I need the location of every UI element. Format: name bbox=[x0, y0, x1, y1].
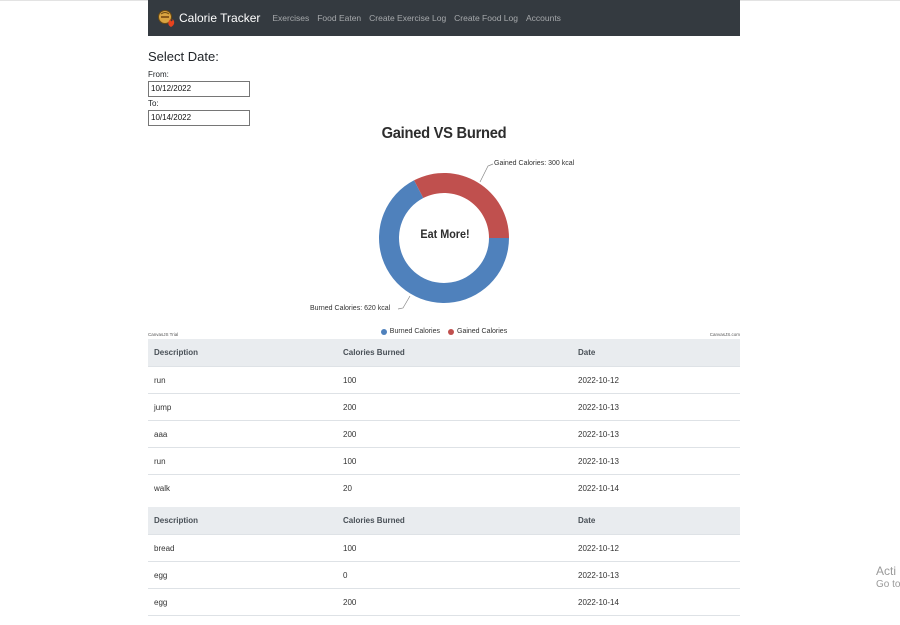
exercise-table: Description Calories Burned Date run 100… bbox=[148, 339, 740, 501]
legend-label-gained: Gained Calories bbox=[457, 328, 508, 335]
calorie-logo-icon bbox=[158, 10, 175, 27]
burned-slice-label: Burned Calories: 620 kcal bbox=[310, 305, 391, 312]
table-row: egg 0 2022-10-13 bbox=[148, 561, 740, 589]
table-row: run 100 2022-10-12 bbox=[148, 366, 740, 394]
nav-link-create-food-log[interactable]: Create Food Log bbox=[454, 13, 518, 23]
watermark-line-1: Acti bbox=[876, 564, 897, 578]
chart-title: Gained VS Burned bbox=[381, 125, 507, 142]
nav-link-accounts[interactable]: Accounts bbox=[526, 13, 561, 23]
legend-dot-gained bbox=[448, 328, 454, 335]
column-header-calories: Calories Burned bbox=[337, 339, 572, 367]
cell-date: 2022-10-14 bbox=[572, 588, 740, 616]
watermark-line-2: Go to bbox=[876, 579, 900, 590]
legend-dot-burned bbox=[380, 328, 387, 335]
table-row: aaa 200 2022-10-13 bbox=[148, 420, 740, 448]
food-table: Description Calories Burned Date bread 1… bbox=[148, 507, 740, 616]
cell-calories: 200 bbox=[337, 393, 572, 421]
table-row: jump 200 2022-10-13 bbox=[148, 393, 740, 421]
chart-center-text: Eat More! bbox=[420, 227, 470, 241]
cell-calories: 200 bbox=[337, 420, 572, 448]
column-header-date: Date bbox=[572, 339, 740, 367]
cell-description: egg bbox=[148, 561, 337, 589]
food-table-header-row: Description Calories Burned Date bbox=[148, 507, 740, 535]
cell-description: aaa bbox=[148, 420, 337, 448]
cell-calories: 0 bbox=[337, 561, 572, 589]
cell-date: 2022-10-13 bbox=[572, 447, 740, 475]
to-label: To: bbox=[148, 99, 159, 108]
cell-date: 2022-10-12 bbox=[572, 534, 740, 562]
select-date-heading: Select Date: bbox=[148, 49, 219, 64]
column-header-calories: Calories Burned bbox=[337, 507, 572, 535]
cell-date: 2022-10-13 bbox=[572, 420, 740, 448]
nav-link-create-exercise-log[interactable]: Create Exercise Log bbox=[369, 13, 446, 23]
burned-leader-line bbox=[397, 295, 411, 310]
chart-legend: Burned Calories Gained Calories bbox=[148, 328, 740, 335]
cell-date: 2022-10-12 bbox=[572, 366, 740, 394]
column-header-description: Description bbox=[148, 507, 337, 535]
brand-title: Calorie Tracker bbox=[179, 11, 261, 25]
cell-date: 2022-10-14 bbox=[578, 483, 619, 493]
table-row: egg 200 2022-10-14 bbox=[148, 588, 740, 616]
cell-calories: 100 bbox=[337, 447, 572, 475]
cell-description: jump bbox=[148, 393, 337, 421]
main-container: Calorie Tracker Exercises Food Eaten Cre… bbox=[148, 0, 740, 616]
table-row: walk 20 2022-10-14 bbox=[148, 475, 740, 502]
legend-label-burned: Burned Calories bbox=[389, 328, 440, 335]
table-row: bread 100 2022-10-12 bbox=[148, 534, 740, 562]
cell-description: walk bbox=[154, 483, 171, 493]
exercise-table-header-row: Description Calories Burned Date bbox=[148, 339, 740, 367]
cell-description: bread bbox=[148, 534, 337, 562]
nav-link-exercises[interactable]: Exercises bbox=[272, 13, 309, 23]
cell-calories: 20 bbox=[343, 483, 352, 493]
cell-description: run bbox=[148, 366, 337, 394]
cell-calories: 200 bbox=[337, 588, 572, 616]
cell-calories: 100 bbox=[337, 534, 572, 562]
column-header-description: Description bbox=[148, 339, 337, 367]
cell-description: egg bbox=[148, 588, 337, 616]
table-row: run 100 2022-10-13 bbox=[148, 447, 740, 475]
gained-leader-line bbox=[479, 163, 494, 183]
from-label: From: bbox=[148, 70, 169, 79]
gained-slice-label: Gained Calories: 300 kcal bbox=[494, 160, 575, 167]
legend-item-gained[interactable]: Gained Calories bbox=[448, 328, 507, 335]
brand-link[interactable]: Calorie Tracker bbox=[157, 8, 272, 28]
cell-calories: 100 bbox=[337, 366, 572, 394]
nav-link-food-eaten[interactable]: Food Eaten bbox=[317, 13, 361, 23]
windows-activation-watermark: Acti Go to bbox=[876, 564, 900, 592]
chart-credit-trial: CanvasJS Trial bbox=[148, 332, 179, 337]
column-header-date: Date bbox=[572, 507, 740, 535]
cell-date: 2022-10-13 bbox=[572, 561, 740, 589]
legend-item-burned[interactable]: Burned Calories bbox=[380, 328, 440, 335]
navbar: Calorie Tracker Exercises Food Eaten Cre… bbox=[148, 0, 740, 36]
cell-description: run bbox=[148, 447, 337, 475]
from-date-input[interactable]: 10/12/2022 bbox=[148, 81, 250, 97]
cell-date: 2022-10-13 bbox=[572, 393, 740, 421]
calories-chart: Gained VS Burned Eat More! Gained Calori… bbox=[148, 124, 740, 340]
chart-credit-link[interactable]: CanvasJS.com bbox=[710, 332, 740, 337]
